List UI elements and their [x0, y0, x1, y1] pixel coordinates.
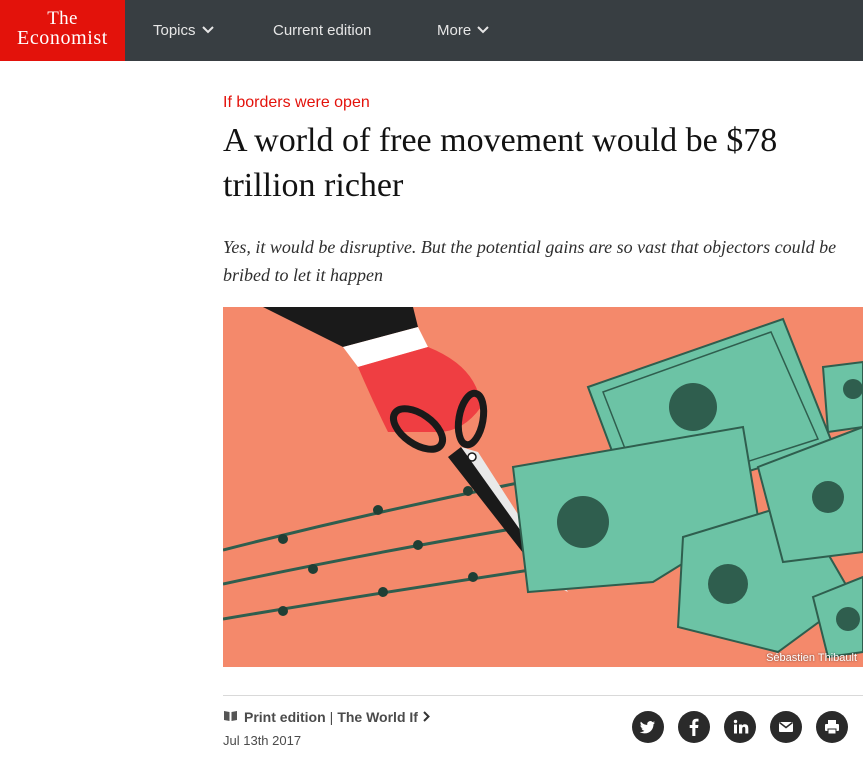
separator: | [329, 709, 334, 725]
share-linkedin-button[interactable] [724, 711, 756, 743]
book-icon [223, 709, 238, 725]
article-headline: A world of free movement would be $78 tr… [223, 122, 778, 204]
linkedin-icon [733, 719, 749, 734]
article-flytitle: If borders were open [223, 94, 370, 111]
twitter-icon [639, 721, 655, 734]
facebook-icon [689, 718, 699, 736]
print-edition-link[interactable]: Print edition [244, 709, 326, 725]
share-email-button[interactable] [770, 711, 802, 743]
article-rubric: Yes, it would be disruptive. But the pot… [223, 237, 837, 285]
divider [223, 695, 863, 696]
share-facebook-button[interactable] [678, 711, 710, 743]
share-twitter-button[interactable] [632, 711, 664, 743]
image-credit: Sébastien Thibault [766, 652, 857, 664]
email-icon [779, 721, 793, 732]
top-navigation: The Economist Topics Current edition Mor… [0, 0, 863, 61]
logo-line2: Economist [17, 27, 108, 49]
illustration-art [223, 307, 863, 659]
economist-logo[interactable]: The Economist [0, 0, 125, 61]
print-edition-row: Print edition | The World If [223, 707, 430, 727]
nav-more-label: More [437, 22, 472, 39]
chevron-down-icon [477, 0, 489, 60]
publish-date: Jul 13th 2017 [223, 733, 302, 748]
nav-topics[interactable]: Topics [153, 0, 214, 61]
share-print-button[interactable] [816, 711, 848, 743]
nav-current-edition[interactable]: Current edition [273, 0, 371, 61]
nav-topics-label: Topics [153, 22, 196, 39]
chevron-right-icon [423, 709, 430, 725]
chevron-down-icon [201, 0, 214, 60]
lead-illustration: Sébastien Thibault [223, 307, 863, 667]
nav-more[interactable]: More [437, 0, 489, 61]
logo-line1: The [47, 8, 78, 29]
section-link[interactable]: The World If [337, 709, 418, 725]
print-icon [825, 720, 839, 735]
